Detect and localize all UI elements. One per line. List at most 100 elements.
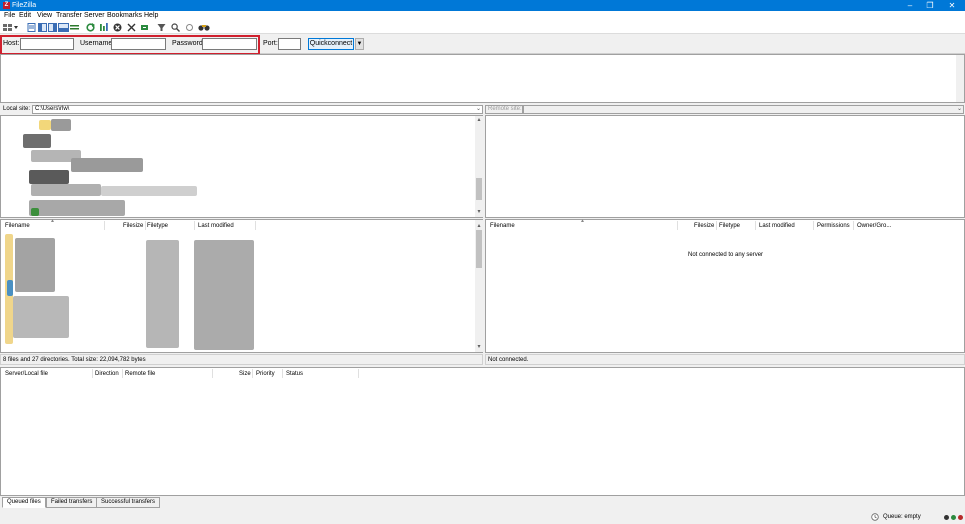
refresh-icon[interactable] bbox=[86, 23, 95, 32]
menu-help[interactable]: Help bbox=[144, 12, 158, 20]
menu-file[interactable]: File bbox=[4, 12, 15, 20]
disconnect-icon[interactable] bbox=[127, 23, 136, 32]
maximize-icon[interactable]: ❐ bbox=[919, 0, 941, 11]
message-log-scrollbar[interactable] bbox=[956, 55, 964, 102]
local-file-list-scrollbar[interactable]: ▴ ▾ bbox=[475, 220, 483, 352]
local-site-path: C:\Users\rlw\ bbox=[35, 106, 70, 112]
column-filesize[interactable]: Filesize bbox=[123, 223, 143, 230]
blurred-content bbox=[31, 184, 101, 196]
find-files-icon[interactable] bbox=[198, 23, 210, 32]
tab-successful-transfers[interactable]: Successful transfers bbox=[96, 497, 161, 508]
column-separator[interactable] bbox=[122, 369, 123, 378]
site-manager-icon[interactable] bbox=[3, 23, 19, 32]
column-separator[interactable] bbox=[252, 369, 253, 378]
column-permissions[interactable]: Permissions bbox=[817, 223, 850, 230]
close-icon[interactable]: ✕ bbox=[941, 0, 963, 11]
column-status[interactable]: Status bbox=[286, 371, 303, 378]
tab-queued-files[interactable]: Queued files bbox=[2, 497, 46, 508]
column-separator[interactable] bbox=[813, 221, 814, 230]
remote-status-text: Not connected. bbox=[488, 357, 529, 363]
blurred-content bbox=[39, 120, 51, 130]
local-status-text: 8 files and 27 directories. Total size: … bbox=[3, 357, 146, 363]
blurred-content bbox=[31, 208, 39, 216]
column-remote-file[interactable]: Remote file bbox=[125, 371, 155, 378]
column-filesize[interactable]: Filesize bbox=[694, 223, 714, 230]
column-size[interactable]: Size bbox=[239, 371, 251, 378]
column-separator[interactable] bbox=[716, 221, 717, 230]
column-separator[interactable] bbox=[212, 369, 213, 378]
chevron-down-icon: ▼ bbox=[356, 41, 363, 47]
column-separator[interactable] bbox=[255, 221, 256, 230]
column-direction[interactable]: Direction bbox=[95, 371, 119, 378]
search-icon[interactable] bbox=[171, 23, 180, 32]
message-log[interactable] bbox=[0, 54, 965, 103]
column-separator[interactable] bbox=[358, 369, 359, 378]
toggle-queue-icon[interactable] bbox=[58, 23, 80, 32]
toggle-log-icon[interactable] bbox=[27, 23, 36, 32]
scrollbar-thumb[interactable] bbox=[476, 230, 482, 268]
column-separator[interactable] bbox=[194, 221, 195, 230]
column-priority[interactable]: Priority bbox=[256, 371, 275, 378]
tab-failed-transfers[interactable]: Failed transfers bbox=[46, 497, 98, 508]
blurred-content bbox=[7, 280, 13, 296]
port-input[interactable] bbox=[278, 38, 301, 50]
chevron-up-icon[interactable]: ▴ bbox=[475, 223, 483, 229]
scrollbar-thumb[interactable] bbox=[476, 178, 482, 200]
menu-edit[interactable]: Edit bbox=[19, 12, 31, 20]
blurred-content bbox=[194, 240, 254, 350]
column-separator[interactable] bbox=[755, 221, 756, 230]
column-separator[interactable] bbox=[104, 221, 105, 230]
column-separator[interactable] bbox=[677, 221, 678, 230]
password-input[interactable] bbox=[202, 38, 257, 50]
username-input[interactable] bbox=[111, 38, 166, 50]
column-separator[interactable] bbox=[145, 221, 146, 230]
menu-view[interactable]: View bbox=[37, 12, 52, 20]
column-owner-group[interactable]: Owner/Gro... bbox=[857, 223, 891, 230]
password-label: Password: bbox=[172, 40, 205, 47]
column-filename[interactable]: Filename bbox=[5, 223, 30, 230]
local-directory-tree[interactable]: ▴ ▾ bbox=[0, 115, 483, 218]
reconnect-icon[interactable] bbox=[140, 23, 149, 32]
quickconnect-button[interactable]: Quickconnect bbox=[308, 38, 354, 50]
cancel-icon[interactable] bbox=[113, 23, 122, 32]
menu-bar: File Edit View Transfer Server Bookmarks… bbox=[0, 11, 965, 21]
minimize-icon[interactable]: – bbox=[899, 0, 921, 11]
remote-directory-tree[interactable] bbox=[485, 115, 965, 218]
blurred-content bbox=[146, 240, 179, 348]
chevron-down-icon[interactable]: ▾ bbox=[475, 209, 483, 215]
local-tree-scrollbar[interactable]: ▴ ▾ bbox=[475, 116, 483, 217]
blurred-content bbox=[71, 158, 143, 172]
chevron-down-icon[interactable]: ▾ bbox=[475, 344, 483, 350]
column-last-modified[interactable]: Last modified bbox=[759, 223, 795, 230]
column-last-modified[interactable]: Last modified bbox=[198, 223, 234, 230]
toggle-local-tree-icon[interactable] bbox=[38, 23, 47, 32]
remote-file-list[interactable]: Filename ▲ Filesize Filetype Last modifi… bbox=[485, 218, 965, 353]
remote-site-path-combo[interactable]: ⌄ bbox=[523, 105, 964, 114]
column-server-local-file[interactable]: Server/Local file bbox=[5, 371, 48, 378]
queue-icon bbox=[871, 513, 879, 521]
filter-icon[interactable] bbox=[157, 23, 166, 32]
menu-server[interactable]: Server bbox=[84, 12, 105, 20]
column-separator[interactable] bbox=[92, 369, 93, 378]
process-queue-icon[interactable] bbox=[99, 23, 108, 32]
sort-arrow-icon: ▲ bbox=[50, 218, 55, 224]
column-filetype[interactable]: Filetype bbox=[719, 223, 740, 230]
compare-icon[interactable] bbox=[185, 23, 194, 32]
local-site-path-combo[interactable]: C:\Users\rlw\ ⌄ bbox=[32, 105, 483, 114]
local-status-bar: 8 files and 27 directories. Total size: … bbox=[0, 354, 483, 365]
remote-site-bar: Remote site: ⌄ bbox=[485, 104, 965, 115]
menu-bookmarks[interactable]: Bookmarks bbox=[107, 12, 142, 20]
chevron-up-icon[interactable]: ▴ bbox=[475, 117, 483, 123]
host-input[interactable] bbox=[20, 38, 74, 50]
column-separator[interactable] bbox=[282, 369, 283, 378]
transfer-queue[interactable]: Server/Local file Direction Remote file … bbox=[0, 367, 965, 496]
remote-site-label: Remote site: bbox=[488, 106, 522, 112]
quickconnect-dropdown-button[interactable]: ▼ bbox=[355, 38, 364, 50]
toggle-remote-tree-icon[interactable] bbox=[48, 23, 57, 32]
local-file-list[interactable]: Filename ▲ Filesize Filetype Last modifi… bbox=[0, 218, 483, 353]
menu-transfer[interactable]: Transfer bbox=[56, 12, 82, 20]
chevron-down-icon: ⌄ bbox=[956, 106, 962, 112]
column-separator[interactable] bbox=[853, 221, 854, 230]
column-filename[interactable]: Filename bbox=[490, 223, 515, 230]
column-filetype[interactable]: Filetype bbox=[147, 223, 168, 230]
